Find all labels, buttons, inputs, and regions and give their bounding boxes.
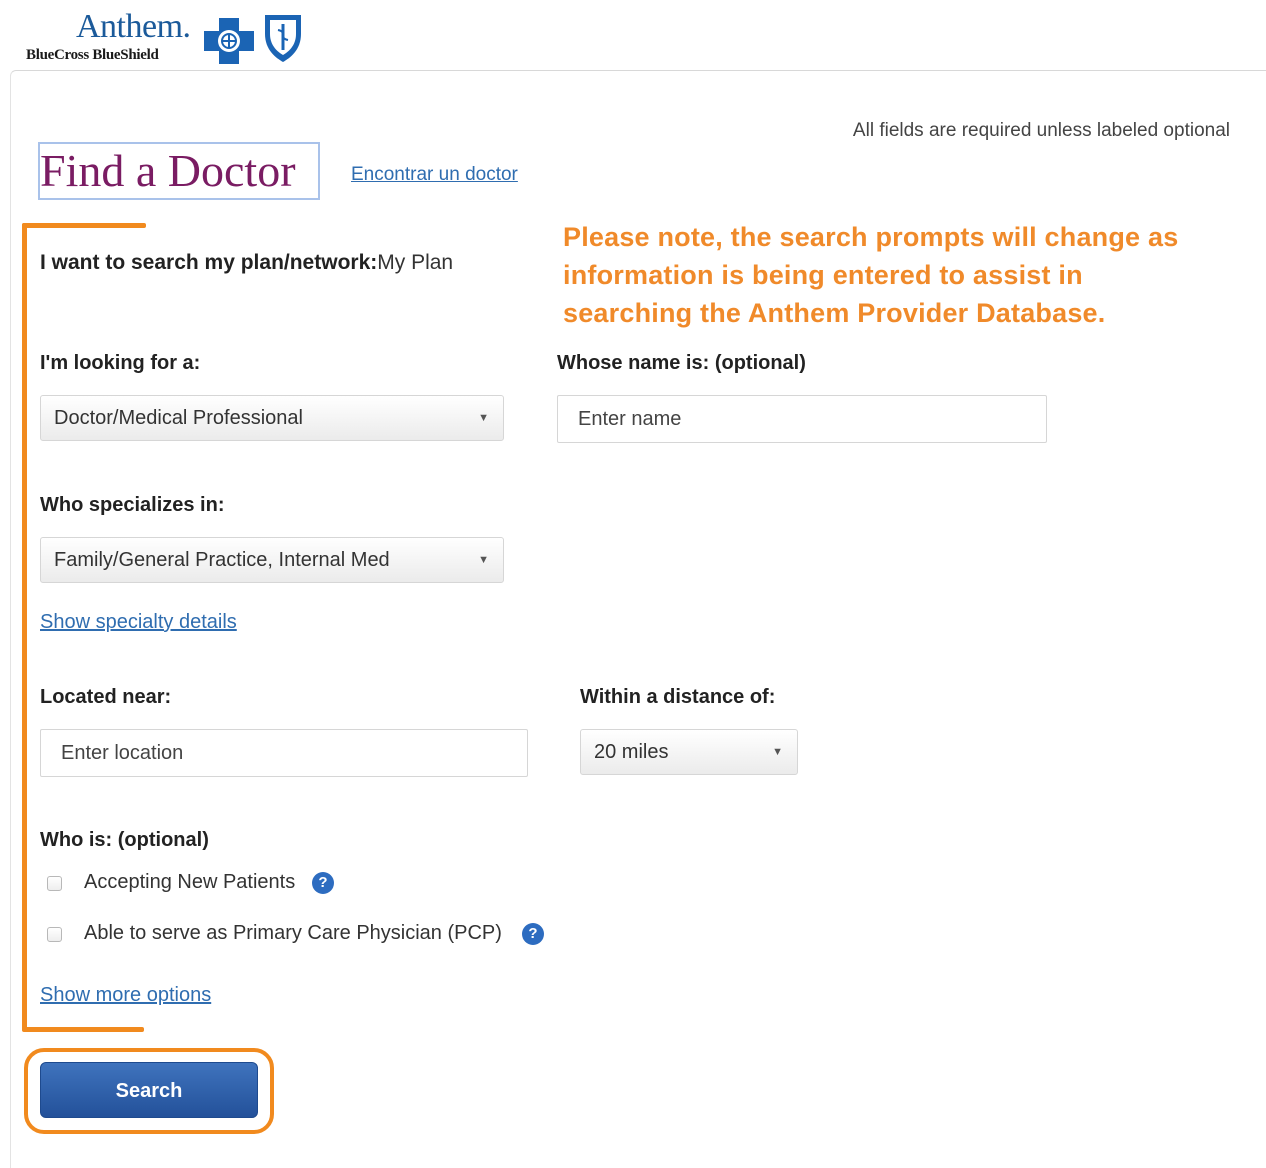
help-icon[interactable]: ? [312,872,334,894]
annotation-line: Please note, the search prompts will cha… [563,222,1179,252]
location-placeholder: Enter location [61,742,184,764]
distance-select[interactable]: 20 miles ▼ [580,729,798,775]
annotation-bracket-bottom [22,1027,144,1032]
plan-value: My Plan [377,251,454,274]
plan-network-row: I want to search my plan/network:My Plan [40,251,453,275]
specialty-value: Family/General Practice, Internal Med [54,549,390,571]
accepting-new-patients-label[interactable]: Accepting New Patients [84,871,295,894]
required-fields-note: All fields are required unless labeled o… [852,120,1230,141]
location-input[interactable]: Enter location [40,729,528,777]
help-icon[interactable]: ? [522,923,544,945]
annotation-note: Please note, the search prompts will cha… [563,218,1243,332]
name-placeholder: Enter name [578,408,682,430]
looking-for-select[interactable]: Doctor/Medical Professional ▼ [40,395,504,441]
brand-subtitle: BlueCross BlueShield [26,47,159,63]
name-input[interactable]: Enter name [557,395,1047,443]
pcp-checkbox[interactable] [47,927,62,942]
chevron-down-icon: ▼ [478,412,489,424]
show-specialty-details-link[interactable]: Show specialty details [40,611,237,634]
search-button[interactable]: Search [40,1062,258,1118]
annotation-line: information is being entered to assist i… [563,260,1083,290]
page-title: Find a Doctor [40,145,296,196]
brand-name: Anthem. [76,8,191,45]
looking-for-value: Doctor/Medical Professional [54,407,303,429]
accepting-new-patients-checkbox[interactable] [47,876,62,891]
chevron-down-icon: ▼ [772,746,783,758]
blue-shield-icon [265,15,301,62]
looking-for-label: I'm looking for a: [40,352,201,374]
distance-label: Within a distance of: [580,686,776,708]
who-is-label: Who is: (optional) [40,829,209,851]
spanish-language-link[interactable]: Encontrar un doctor [351,164,518,186]
pcp-label[interactable]: Able to serve as Primary Care Physician … [84,922,502,945]
show-more-options-link[interactable]: Show more options [40,984,211,1007]
specialty-label: Who specializes in: [40,494,225,516]
blue-cross-icon [204,18,254,64]
annotation-bracket-top [22,223,146,228]
distance-value: 20 miles [594,741,669,763]
name-label: Whose name is: (optional) [557,352,806,374]
annotation-bracket-side [22,223,27,1031]
annotation-line: searching the Anthem Provider Database. [563,298,1106,328]
specialty-select[interactable]: Family/General Practice, Internal Med ▼ [40,537,504,583]
plan-label: I want to search my plan/network: [40,251,378,274]
chevron-down-icon: ▼ [478,554,489,566]
location-label: Located near: [40,686,172,708]
